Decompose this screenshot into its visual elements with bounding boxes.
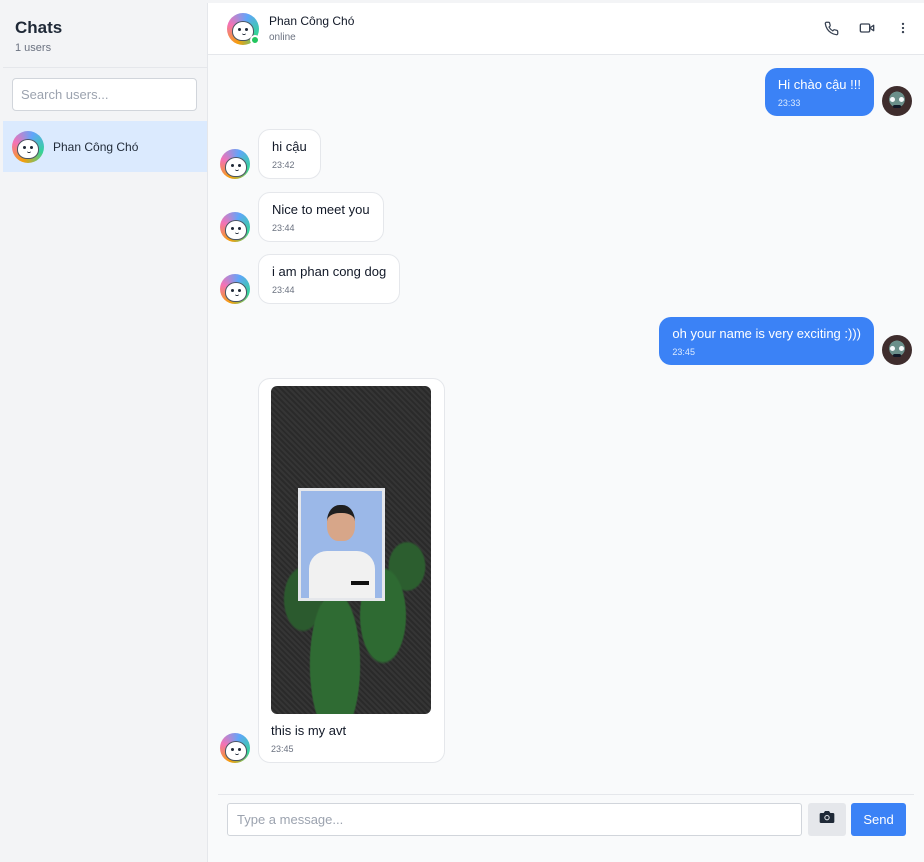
message-text: this is my avt: [271, 723, 347, 738]
message-bubble: i am phan cong dog 23:44: [258, 254, 401, 304]
portrait-photo: [298, 488, 385, 601]
sidebar-item-label: Phan Công Chó: [53, 139, 139, 154]
contact-avatar: [220, 212, 250, 242]
message-incoming-image: this is my avt 23:45: [220, 378, 445, 763]
message-text: oh your name is very exciting :))): [672, 326, 861, 341]
more-vertical-icon[interactable]: [894, 19, 912, 37]
message-text: i am phan cong dog: [272, 264, 387, 279]
camera-icon: [819, 810, 835, 829]
search-container: [3, 68, 207, 121]
contact-avatar: [227, 12, 260, 45]
message-bubble: hi cậu 23:42: [258, 129, 321, 179]
sidebar-header: Chats 1 users: [3, 3, 207, 68]
message-text: Hi chào cậu !!!: [777, 77, 861, 92]
message-text: hi cậu: [272, 139, 307, 154]
send-button[interactable]: Send: [851, 803, 906, 836]
user-avatar: [12, 130, 44, 163]
chat-header: Phan Công Chó online: [208, 3, 924, 55]
online-indicator: [250, 34, 260, 45]
my-avatar: [882, 335, 912, 365]
message-time: 23:45: [672, 347, 695, 357]
message-time: 23:44: [272, 223, 295, 233]
message-time: 23:42: [272, 160, 295, 170]
sidebar: Chats 1 users Phan Công Chó: [3, 3, 208, 862]
message-time: 23:45: [271, 744, 294, 754]
message-bubble: Nice to meet you 23:44: [258, 192, 384, 242]
contact-avatar: [220, 274, 250, 304]
my-avatar: [882, 86, 912, 116]
search-users-input[interactable]: [12, 78, 197, 111]
message-text: Nice to meet you: [272, 202, 370, 217]
contact-avatar: [220, 149, 250, 179]
contact-name: Phan Công Chó: [269, 14, 355, 28]
sidebar-item-user[interactable]: Phan Công Chó: [3, 121, 207, 172]
contact-avatar: [220, 733, 250, 763]
attach-image-button[interactable]: [808, 803, 846, 836]
message-bubble: oh your name is very exciting :))) 23:45: [659, 317, 874, 365]
video-icon[interactable]: [858, 19, 876, 37]
message-time: 23:44: [272, 285, 295, 295]
user-count: 1 users: [15, 42, 52, 54]
message-incoming: Nice to meet you 23:44: [220, 192, 384, 242]
message-composer: Send: [218, 794, 914, 862]
message-outgoing: oh your name is very exciting :))) 23:45: [659, 317, 912, 365]
message-incoming: i am phan cong dog 23:44: [220, 254, 401, 304]
contact-status: online: [269, 32, 296, 43]
sidebar-title: Chats: [15, 18, 63, 37]
shared-image[interactable]: [271, 386, 431, 714]
message-input[interactable]: [227, 803, 802, 836]
message-bubble: Hi chào cậu !!! 23:33: [764, 68, 874, 116]
message-time: 23:33: [777, 98, 801, 108]
message-outgoing: Hi chào cậu !!! 23:33: [764, 68, 912, 116]
message-bubble: this is my avt 23:45: [258, 378, 445, 763]
message-incoming: hi cậu 23:42: [220, 129, 321, 179]
chat-panel: Phan Công Chó online Hi chào cậu !!! 23:…: [208, 3, 924, 862]
phone-icon[interactable]: [822, 19, 840, 37]
